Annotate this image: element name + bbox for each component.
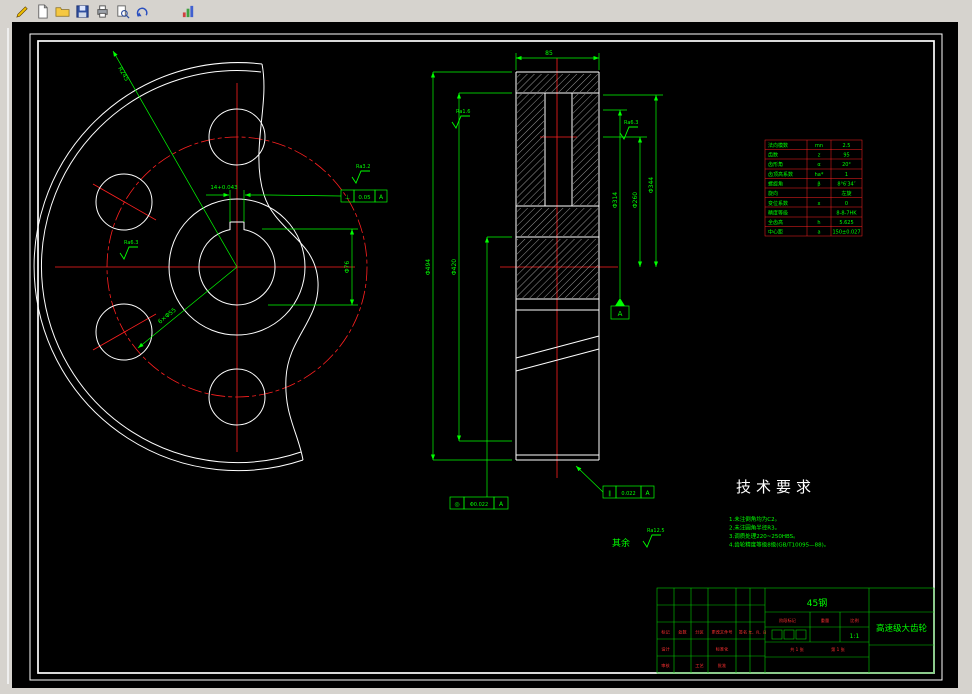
param-cell: 5.625 — [839, 220, 853, 226]
param-cell: h — [817, 220, 820, 226]
part-name: 高速级大齿轮 — [876, 623, 928, 634]
param-cell: z — [818, 153, 821, 159]
param-cell: 150±0.027 — [832, 230, 860, 236]
param-cell: 20° — [842, 162, 851, 168]
weight-label: 重量 — [821, 617, 829, 624]
sheet-total: 共 1 张 — [790, 646, 805, 653]
datum-label: A — [618, 310, 623, 318]
tolerance-value: 0.022 — [621, 491, 635, 497]
param-cell: 2.5 — [843, 143, 851, 149]
dim-label: Φ420 — [451, 259, 458, 275]
param-cell: 精度等级 — [768, 210, 788, 217]
roughness-label: Ra1.6 — [456, 109, 470, 115]
param-cell: β — [817, 182, 820, 188]
param-cell: 95 — [843, 153, 849, 159]
param-cell: 1 — [845, 172, 848, 178]
param-cell: 旋向 — [768, 190, 778, 197]
role-label: 设计 — [661, 646, 669, 653]
cad-drawing: R245 14+0.043 ⊥ 0.05 A Φ76 6×Φ55 Ra6.3 R… — [12, 22, 958, 688]
roughness-label: Ra3.2 — [356, 164, 370, 170]
dim-label: Φ344 — [648, 177, 655, 193]
param-cell: 8°6′34″ — [837, 182, 855, 188]
save-icon[interactable] — [73, 2, 92, 21]
draw-icon[interactable] — [13, 2, 32, 21]
tech-req-item: 1.未注倒角均为C2。 — [729, 515, 780, 523]
rev-header: 年、月、日 — [749, 630, 767, 635]
tolerance-value: 0.05 — [358, 195, 371, 201]
tech-req-title: 技术要求 — [736, 478, 816, 496]
rev-header: 签名 — [739, 629, 747, 636]
scale-label: 比例 — [850, 617, 858, 624]
dim-label: Φ494 — [425, 259, 432, 275]
preview-icon[interactable] — [113, 2, 132, 21]
tolerance-symbol: ∥ — [608, 490, 611, 497]
tolerance-symbol: ⊥ — [345, 194, 350, 201]
drawing-canvas[interactable]: R245 14+0.043 ⊥ 0.05 A Φ76 6×Φ55 Ra6.3 R… — [12, 22, 958, 688]
material-value: 45钢 — [807, 597, 827, 609]
param-cell: ha* — [815, 172, 824, 178]
dim-label: Φ76 — [344, 261, 351, 274]
param-cell: 左旋 — [841, 190, 851, 197]
app-window: R245 14+0.043 ⊥ 0.05 A Φ76 6×Φ55 Ra6.3 R… — [0, 0, 972, 694]
roughness-label: Ra6.3 — [624, 120, 638, 126]
panel-edge — [7, 28, 9, 684]
print-icon[interactable] — [93, 2, 112, 21]
dim-label: Φ260 — [632, 192, 639, 208]
param-cell: 全齿高 — [768, 219, 783, 226]
param-cell: 法向模数 — [768, 142, 788, 149]
tolerance-value: Φ0.022 — [470, 502, 488, 508]
param-cell: 齿形角 — [768, 161, 783, 168]
param-cell: 螺旋角 — [768, 181, 783, 188]
param-cell: 中心距 — [768, 229, 783, 236]
dim-label: Φ314 — [612, 192, 619, 208]
tech-req-item: 4.齿轮精度等级8级(GB/T10095—88)。 — [729, 541, 829, 549]
tolerance-symbol: ◎ — [454, 501, 459, 508]
role-label: 工艺 — [695, 663, 703, 668]
role-label: 批准 — [718, 662, 726, 669]
tech-req-item: 3.调质处理220~250HBS。 — [729, 532, 799, 540]
rev-header: 处数 — [678, 629, 687, 636]
stage-label: 阶段标记 — [779, 617, 797, 624]
param-cell: x — [818, 201, 821, 207]
dim-label: 85 — [545, 50, 553, 57]
rev-header: 分区 — [695, 629, 703, 636]
open-folder-icon[interactable] — [53, 2, 72, 21]
other-roughness-value: Ra12.5 — [647, 528, 665, 534]
roughness-label: Ra6.3 — [124, 240, 138, 246]
param-cell: a — [817, 230, 820, 236]
scale-value: 1:1 — [850, 633, 860, 640]
param-cell: mn — [815, 143, 823, 149]
param-cell: 8-8-7HK — [836, 211, 857, 217]
param-cell: 0 — [845, 201, 848, 207]
rev-header: 更改文件号 — [712, 629, 733, 636]
param-cell: 齿数 — [768, 152, 778, 159]
plot-icon[interactable] — [179, 2, 198, 21]
toolbar — [0, 0, 972, 22]
param-cell: 齿顶高系数 — [768, 171, 793, 178]
sheet-no: 第 1 张 — [831, 646, 846, 653]
new-file-icon[interactable] — [33, 2, 52, 21]
dim-label: 14+0.043 — [210, 185, 238, 191]
undo-icon[interactable] — [133, 2, 152, 21]
tech-req-item: 2.未注圆角半径R3。 — [729, 524, 780, 532]
other-roughness-label: 其余 — [612, 537, 630, 549]
role-label: 标准化 — [716, 646, 729, 653]
role-label: 审核 — [661, 662, 670, 669]
rev-header: 标记 — [661, 629, 670, 636]
param-cell: 变位系数 — [768, 200, 788, 207]
